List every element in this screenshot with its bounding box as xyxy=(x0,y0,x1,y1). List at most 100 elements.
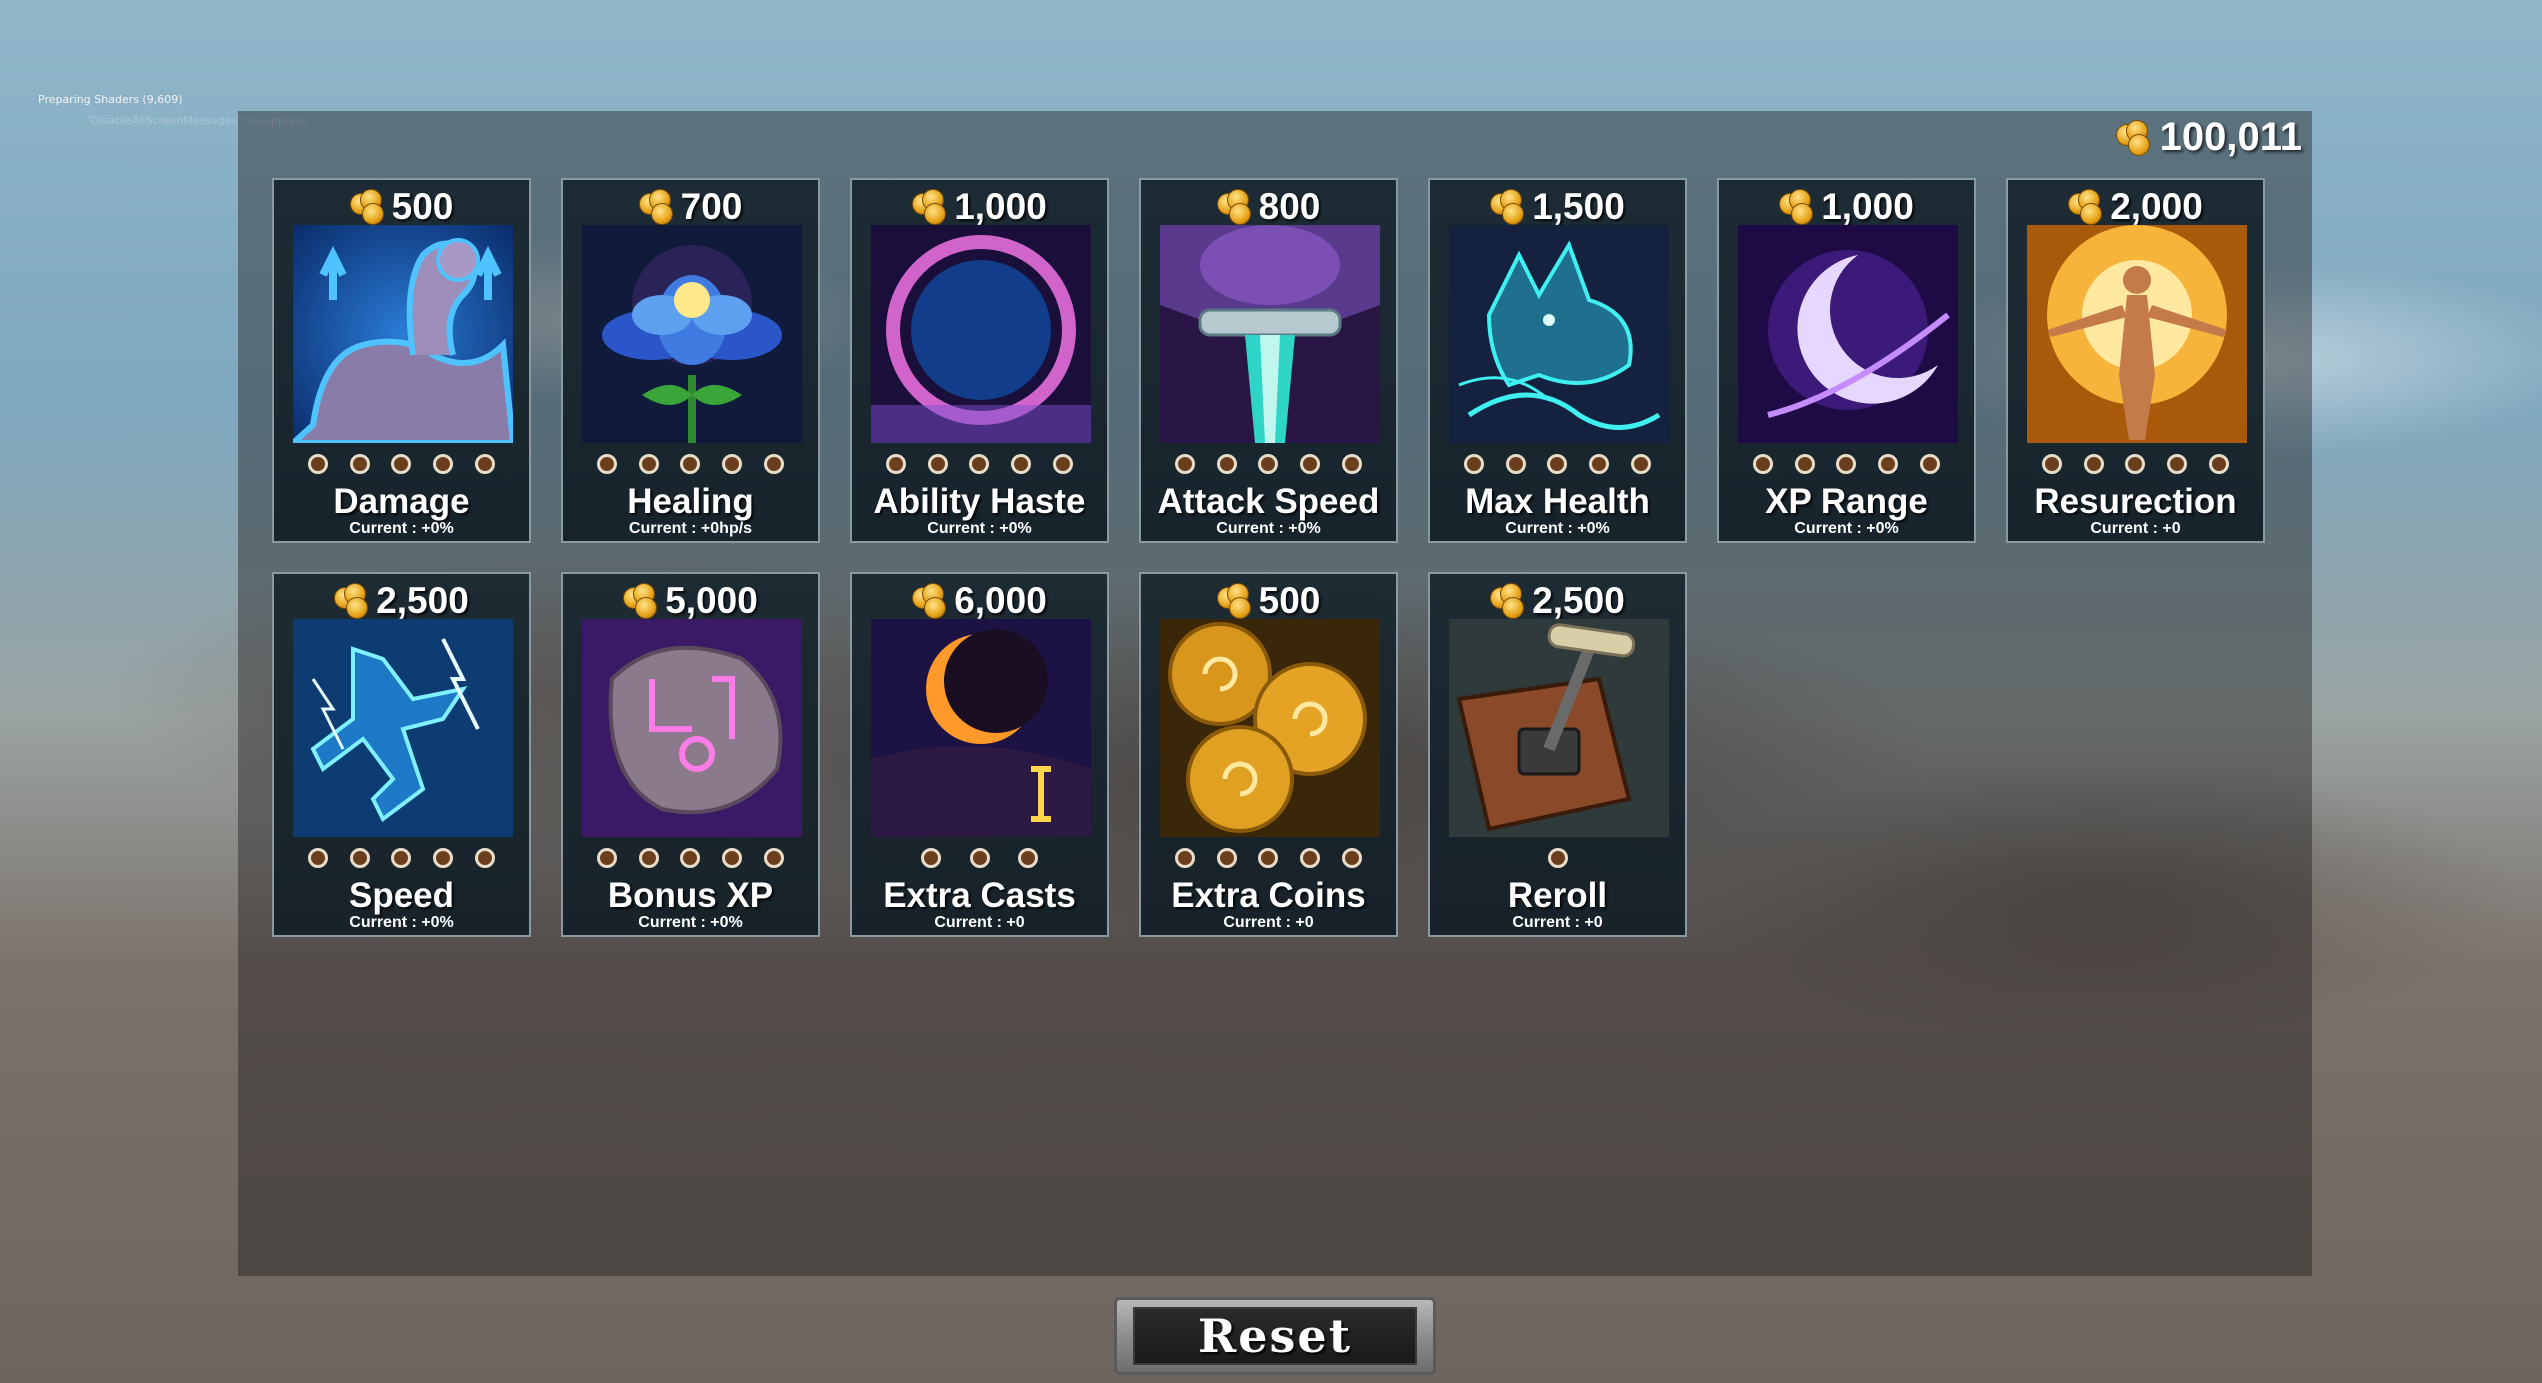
coin-stack-icon xyxy=(2068,189,2106,225)
coin-stack-icon xyxy=(623,583,661,619)
upgrade-level-pip xyxy=(2125,454,2146,474)
upgrade-level-pip xyxy=(2083,454,2104,474)
upgrade-level-pip xyxy=(1463,454,1484,474)
gold-coins-icon xyxy=(1160,619,1380,837)
upgrade-level-pip xyxy=(1589,454,1610,474)
reset-button[interactable]: Reset xyxy=(1114,1297,1436,1375)
coin-stack-icon xyxy=(638,189,677,225)
upgrade-level-pips xyxy=(852,848,1107,868)
upgrade-level-pip xyxy=(1342,454,1363,474)
upgrade-name: Max Health xyxy=(1465,482,1650,521)
upgrade-level-pip xyxy=(1053,454,1074,474)
upgrade-level-pip xyxy=(307,848,328,868)
upgrade-level-pip xyxy=(638,848,659,868)
coin-balance-value: 100,011 xyxy=(2159,115,2302,159)
upgrade-level-pip xyxy=(596,848,617,868)
upgrade-price: 2,500 xyxy=(274,580,529,622)
upgrade-level-pip xyxy=(2167,454,2188,474)
upgrade-price-value: 5,000 xyxy=(665,580,758,621)
flexed-arm-icon xyxy=(293,225,513,443)
upgrade-name: Attack Speed xyxy=(1157,482,1380,521)
upgrade-level-pip xyxy=(969,848,990,868)
upgrade-price: 1,000 xyxy=(852,186,1107,228)
coin-stack-icon xyxy=(912,583,950,619)
crescent-portal-icon xyxy=(871,225,1091,443)
upgrade-current-value: Current : +0% xyxy=(349,914,454,931)
upgrade-card-reroll[interactable]: 2,500 Reroll Current : +0 xyxy=(1428,572,1687,937)
upgrade-current-value: Current : +0 xyxy=(1223,914,1314,931)
upgrade-level-pip xyxy=(349,454,370,474)
lever-icon xyxy=(1449,619,1669,837)
upgrade-name: XP Range xyxy=(1765,482,1928,521)
upgrade-current-value: Current : +0 xyxy=(934,914,1025,931)
upgrade-level-pip xyxy=(1752,454,1773,474)
upgrade-card-healing[interactable]: 700 Healing Current : +0hp/s xyxy=(561,178,820,543)
upgrade-level-pip xyxy=(433,454,454,474)
upgrade-shop-panel: 100,011 500 Damage Current : +0% 700 Heali… xyxy=(238,111,2312,1276)
upgrade-price-value: 800 xyxy=(1258,186,1321,227)
upgrade-level-pips xyxy=(1430,848,1685,868)
upgrade-level-pip xyxy=(1342,848,1363,868)
upgrade-price-value: 500 xyxy=(1258,580,1321,621)
upgrade-card-xp-range[interactable]: 1,000 XP Range Current : +0% xyxy=(1717,178,1976,543)
upgrade-level-pips xyxy=(1430,454,1685,474)
coin-stack-icon xyxy=(1216,583,1255,619)
upgrade-card-attack-speed[interactable]: 800 Attack Speed Current : +0% xyxy=(1139,178,1398,543)
upgrade-level-pip xyxy=(475,848,496,868)
upgrade-level-pips xyxy=(274,454,529,474)
upgrade-card-resurrection[interactable]: 2,000 Resurection Current : +0 xyxy=(2006,178,2265,543)
upgrade-level-pip xyxy=(638,454,659,474)
upgrade-price-value: 2,500 xyxy=(1532,580,1625,621)
upgrade-card-max-health[interactable]: 1,500 Max Health Current : +0% xyxy=(1428,178,1687,543)
upgrade-name: Damage xyxy=(333,482,470,521)
upgrade-current-value: Current : +0 xyxy=(1512,914,1603,931)
upgrade-level-pip xyxy=(722,848,743,868)
upgrade-card-ability-haste[interactable]: 1,000 Ability Haste Current : +0% xyxy=(850,178,1109,543)
upgrade-level-pip xyxy=(475,454,496,474)
upgrade-current-value: Current : +0% xyxy=(1505,520,1610,537)
upgrade-name: Healing xyxy=(627,482,754,521)
upgrade-level-pip xyxy=(1794,454,1815,474)
upgrade-current-value: Current : +0hp/s xyxy=(628,520,753,537)
coin-stack-icon xyxy=(1216,189,1255,225)
upgrade-price-value: 1,500 xyxy=(1532,186,1625,227)
upgrade-current-value: Current : +0% xyxy=(1794,520,1899,537)
coin-stack-icon xyxy=(334,583,372,619)
upgrade-level-pip xyxy=(391,848,412,868)
upgrade-price-value: 6,000 xyxy=(954,580,1047,621)
upgrade-level-pip xyxy=(1174,454,1195,474)
upgrade-level-pip xyxy=(1258,454,1279,474)
upgrade-level-pip xyxy=(2209,454,2230,474)
upgrade-level-pip xyxy=(1505,454,1526,474)
coin-stack-icon xyxy=(1490,583,1528,619)
reset-button-plate: Reset xyxy=(1133,1307,1417,1365)
eclipse-icon xyxy=(871,619,1091,837)
upgrade-current-value: Current : +0 xyxy=(2090,520,2181,537)
upgrade-price: 2,000 xyxy=(2008,186,2263,228)
upgrade-card-extra-casts[interactable]: 6,000 Extra Casts Current : +0 xyxy=(850,572,1109,937)
upgrade-price: 700 xyxy=(563,186,818,228)
upgrade-price: 6,000 xyxy=(852,580,1107,622)
upgrade-level-pips xyxy=(274,848,529,868)
lightning-runner-icon xyxy=(293,619,513,837)
upgrade-level-pip xyxy=(920,848,941,868)
upgrade-level-pip xyxy=(680,848,701,868)
upgrade-price-value: 1,000 xyxy=(1821,186,1914,227)
upgrade-name: Extra Coins xyxy=(1171,876,1366,915)
sword-hilt-icon xyxy=(1160,225,1380,443)
upgrade-current-value: Current : +0% xyxy=(638,914,743,931)
upgrade-level-pip xyxy=(1836,454,1857,474)
upgrade-price-value: 700 xyxy=(680,186,743,227)
upgrade-card-extra-coins[interactable]: 500 Extra Coins Current : +0 xyxy=(1139,572,1398,937)
upgrade-card-speed[interactable]: 2,500 Speed Current : +0% xyxy=(272,572,531,937)
upgrade-price-value: 2,500 xyxy=(376,580,469,621)
glowing-flower-icon xyxy=(582,225,802,443)
upgrade-level-pip xyxy=(722,454,743,474)
upgrade-price: 800 xyxy=(1141,186,1396,228)
upgrade-card-damage[interactable]: 500 Damage Current : +0% xyxy=(272,178,531,543)
upgrade-level-pips xyxy=(2008,454,2263,474)
upgrade-level-pips xyxy=(563,454,818,474)
upgrade-level-pip xyxy=(1258,848,1279,868)
upgrade-price: 1,500 xyxy=(1430,186,1685,228)
upgrade-card-bonus-xp[interactable]: 5,000 Bonus XP Current : +0% xyxy=(561,572,820,937)
